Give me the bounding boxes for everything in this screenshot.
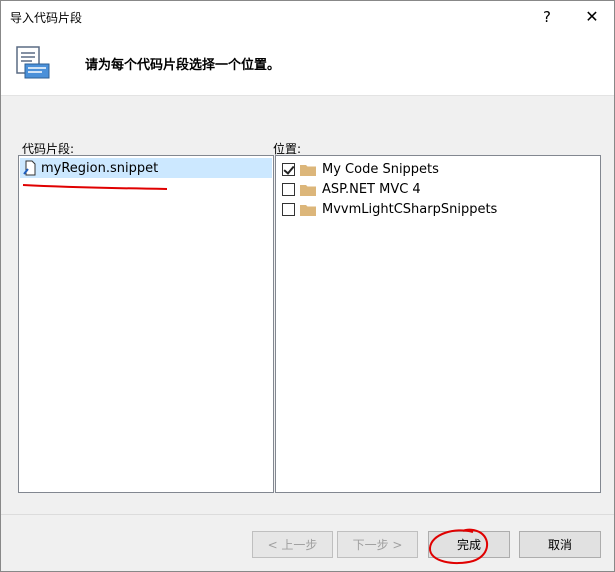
close-button[interactable]: ✕: [570, 1, 614, 32]
location-name: ASP.NET MVC 4: [322, 181, 421, 197]
snippet-name: myRegion.snippet: [41, 160, 159, 176]
footer-divider: [1, 514, 614, 515]
list-item[interactable]: My Code Snippets: [282, 159, 439, 179]
window-title: 导入代码片段: [10, 11, 83, 25]
checkbox[interactable]: [282, 162, 295, 176]
list-item[interactable]: ASP.NET MVC 4: [282, 179, 421, 199]
instruction-text: 请为每个代码片段选择一个位置。: [85, 58, 281, 73]
location-name: MvvmLightCSharpSnippets: [322, 201, 498, 217]
list-item[interactable]: myRegion.snippet: [20, 158, 272, 178]
red-annotation-underline: [22, 184, 168, 190]
location-name: My Code Snippets: [322, 161, 439, 177]
list-item[interactable]: MvvmLightCSharpSnippets: [282, 199, 497, 219]
previous-button[interactable]: < 上一步: [252, 531, 333, 558]
red-annotation-circle: [428, 528, 489, 565]
import-snippets-dialog: 导入代码片段 ? ✕ 请为每个代码片段选择一个位置。 代码片段: 位置: myR…: [0, 0, 615, 572]
folder-icon: [300, 204, 316, 216]
cancel-button[interactable]: 取消: [519, 531, 601, 558]
checkbox[interactable]: [282, 182, 295, 196]
title-bar: 导入代码片段 ? ✕: [1, 1, 614, 32]
folder-icon: [300, 184, 316, 196]
folder-icon: [300, 164, 316, 176]
dialog-header: 请为每个代码片段选择一个位置。: [1, 32, 614, 96]
checkbox[interactable]: [282, 202, 295, 216]
snippet-file-icon: [23, 160, 36, 176]
locations-list[interactable]: My Code Snippets ASP.NET MVC 4 MvvmLight…: [275, 155, 601, 493]
next-button[interactable]: 下一步 >: [337, 531, 418, 558]
help-button[interactable]: ?: [525, 1, 569, 32]
snippet-document-icon: [16, 46, 50, 79]
snippets-list[interactable]: myRegion.snippet: [18, 155, 274, 493]
